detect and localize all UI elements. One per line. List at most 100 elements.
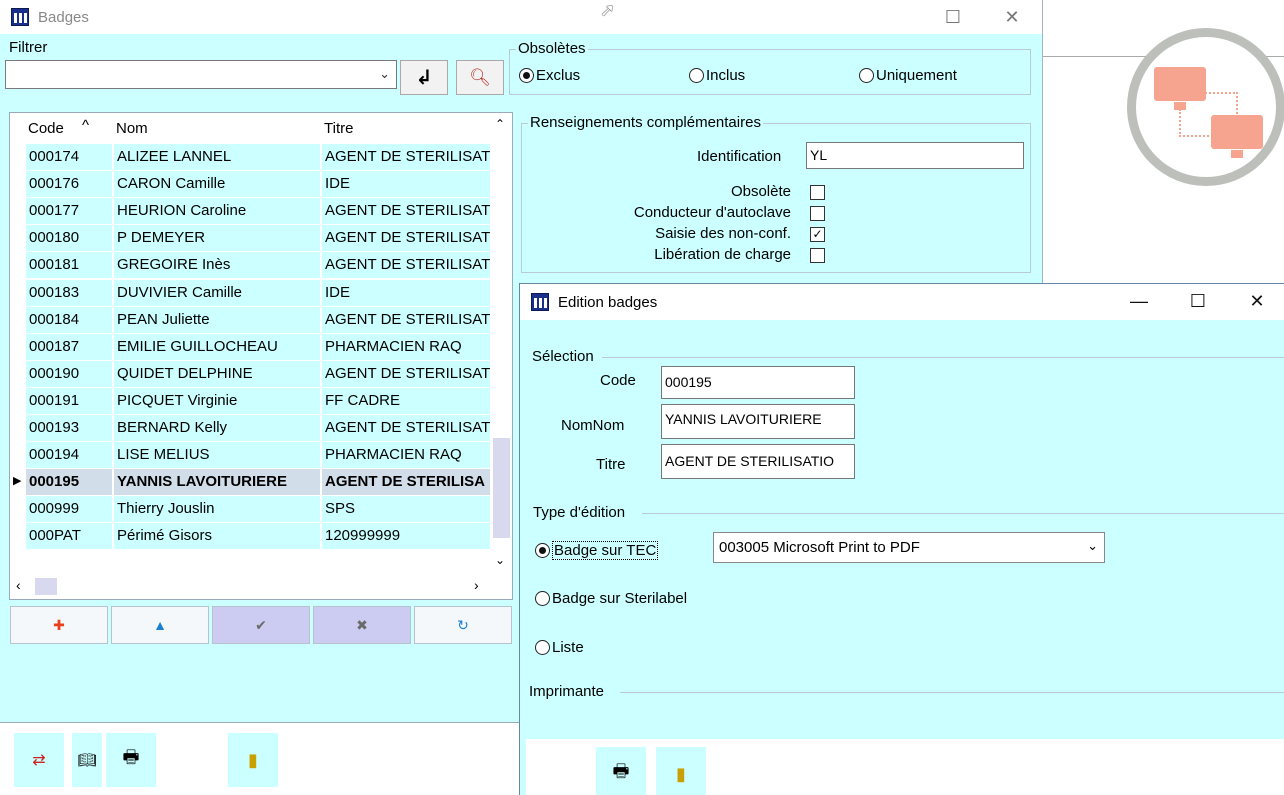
row-indicator[interactable] (10, 523, 26, 551)
row-indicator[interactable] (10, 496, 26, 524)
refresh-button[interactable]: ↻ (414, 606, 512, 644)
book-button[interactable]: 📖︎ (72, 733, 102, 787)
cancel-button[interactable]: ✖ (313, 606, 411, 644)
radio-liste[interactable]: Liste (535, 639, 584, 656)
cell-code[interactable]: 000187 (26, 333, 112, 360)
table-row[interactable]: 000177 HEURION Caroline AGENT DE STERILISA… (10, 198, 490, 226)
table-row[interactable]: 000176 CARON Camille IDE (10, 171, 490, 199)
row-indicator[interactable] (10, 387, 26, 415)
cell-nom[interactable]: PICQUET Virginie (114, 387, 320, 414)
row-indicator[interactable] (10, 415, 26, 442)
radio-circle[interactable] (535, 543, 550, 558)
check-button[interactable]: ✔ (212, 606, 310, 644)
close-icon[interactable]: ✕ (989, 0, 1035, 34)
radio-circle[interactable] (859, 68, 874, 83)
cell-code[interactable]: 000177 (26, 198, 112, 225)
cell-code[interactable]: 000181 (26, 252, 112, 279)
cell-code[interactable]: 000PAT (26, 523, 112, 550)
cell-nom[interactable]: BERNARD Kelly (114, 415, 320, 441)
cell-nom[interactable]: PEAN Juliette (114, 306, 320, 333)
scroll-thumb[interactable] (35, 578, 57, 595)
horizontal-scrollbar[interactable]: ‹ › (10, 573, 492, 599)
table-row[interactable]: 000191 PICQUET Virginie FF CADRE (10, 387, 490, 415)
maximize-icon[interactable]: ☐ (1175, 284, 1221, 318)
cell-titre[interactable]: PHARMACIEN RAQ (322, 333, 490, 360)
cell-nom[interactable]: Périmé Gisors (114, 523, 320, 550)
table-row[interactable]: 000187 EMILIE GUILLOCHEAU PHARMACIEN RAQ (10, 333, 490, 361)
radio-badge-sterilabel[interactable]: Badge sur Sterilabel (535, 590, 687, 607)
column-header-titre[interactable]: Titre (324, 120, 353, 137)
table-row[interactable]: 000193 BERNARD Kelly AGENT DE STERILISAT (10, 415, 490, 442)
row-indicator[interactable] (10, 279, 26, 307)
cell-titre[interactable]: IDE (322, 171, 490, 198)
cell-titre[interactable]: PHARMACIEN RAQ (322, 442, 490, 469)
checkbox[interactable] (810, 248, 825, 263)
cell-code[interactable]: 000193 (26, 415, 112, 441)
cell-code[interactable]: 000194 (26, 442, 112, 469)
badges-grid[interactable]: Code ^ Nom Titre 000174 ALIZEE LANNEL AGEN… (9, 112, 513, 600)
radio-inclus[interactable]: Inclus (689, 67, 745, 84)
radio-badge-tec[interactable]: Badge sur TEC (535, 541, 659, 560)
cell-nom[interactable]: DUVIVIER Camille (114, 279, 320, 306)
scroll-left-icon[interactable]: ‹ (16, 577, 21, 593)
cell-titre[interactable]: AGENT DE STERILISAT (322, 144, 490, 170)
column-header-nom[interactable]: Nom (116, 120, 148, 137)
cell-titre[interactable]: 120999999 (322, 523, 490, 550)
cell-titre[interactable]: FF CADRE (322, 387, 490, 414)
cell-titre[interactable]: AGENT DE STERILISAT (322, 225, 490, 252)
cell-nom[interactable]: YANNIS LAVOITURIERE (114, 469, 320, 496)
cell-code[interactable]: 000176 (26, 171, 112, 198)
scroll-right-icon[interactable]: › (474, 577, 479, 593)
code-field[interactable]: 000195 (661, 366, 855, 399)
table-row[interactable]: 000999 Thierry Jouslin SPS (10, 496, 490, 524)
table-row[interactable]: 000190 QUIDET DELPHINE AGENT DE STERILISAT (10, 360, 490, 388)
cell-code[interactable]: 000180 (26, 225, 112, 252)
cell-titre[interactable]: AGENT DE STERILISAT (322, 360, 490, 387)
row-indicator[interactable] (10, 442, 26, 470)
checkbox[interactable] (810, 206, 825, 221)
table-row[interactable]: 000184 PEAN Juliette AGENT DE STERILISAT (10, 306, 490, 334)
table-row[interactable]: 000194 LISE MELIUS PHARMACIEN RAQ (10, 442, 490, 470)
row-indicator[interactable]: ▶ (10, 469, 26, 497)
row-indicator[interactable] (10, 333, 26, 361)
cell-titre[interactable]: AGENT DE STERILISAT (322, 252, 490, 279)
cell-nom[interactable]: QUIDET DELPHINE (114, 360, 320, 387)
table-row[interactable]: ▶ 000195 YANNIS LAVOITURIERE AGENT DE STERI… (10, 469, 490, 497)
exit-button[interactable]: ▮ (656, 747, 706, 795)
column-header-code[interactable]: Code (28, 120, 64, 137)
table-row[interactable]: 000174 ALIZEE LANNEL AGENT DE STERILISAT (10, 144, 490, 171)
print-button[interactable]: 🖶 (106, 733, 156, 787)
row-indicator[interactable] (10, 144, 26, 171)
row-indicator[interactable] (10, 171, 26, 199)
titre-field[interactable]: AGENT DE STERILISATIO (661, 444, 855, 479)
radio-exclus[interactable]: Exclus (519, 67, 580, 84)
cell-titre[interactable]: AGENT DE STERILISAT (322, 415, 490, 441)
cell-titre[interactable]: SPS (322, 496, 490, 523)
cell-code[interactable]: 000184 (26, 306, 112, 333)
checkbox[interactable]: ✓ (810, 227, 825, 242)
printer-select[interactable]: 003005 Microsoft Print to PDF ⌄ (713, 532, 1105, 563)
cell-code[interactable]: 000190 (26, 360, 112, 387)
cell-titre[interactable]: IDE (322, 279, 490, 306)
cell-nom[interactable]: P DEMEYER (114, 225, 320, 252)
scroll-thumb[interactable] (493, 438, 510, 538)
chevron-down-icon[interactable]: ⌄ (1087, 538, 1098, 554)
cell-code[interactable]: 000999 (26, 496, 112, 523)
close-icon[interactable]: ✕ (1234, 284, 1280, 318)
cell-code[interactable]: 000195 (26, 469, 112, 496)
add-button[interactable]: ✚ (10, 606, 108, 644)
radio-uniquement[interactable]: Uniquement (859, 67, 957, 84)
cell-titre[interactable]: AGENT DE STERILISAT (322, 306, 490, 333)
cell-nom[interactable]: CARON Camille (114, 171, 320, 198)
scroll-up-icon[interactable]: ⌃ (495, 117, 505, 131)
row-indicator[interactable] (10, 198, 26, 226)
cell-code[interactable]: 000183 (26, 279, 112, 306)
up-button[interactable]: ▲ (111, 606, 209, 644)
search-button[interactable]: 🔍︎ (456, 60, 504, 95)
scroll-down-icon[interactable]: ⌄ (495, 553, 505, 567)
identification-field[interactable]: YL (806, 142, 1024, 169)
radio-circle[interactable] (519, 68, 534, 83)
checkbox[interactable] (810, 185, 825, 200)
cell-nom[interactable]: LISE MELIUS (114, 442, 320, 469)
cell-nom[interactable]: HEURION Caroline (114, 198, 320, 225)
